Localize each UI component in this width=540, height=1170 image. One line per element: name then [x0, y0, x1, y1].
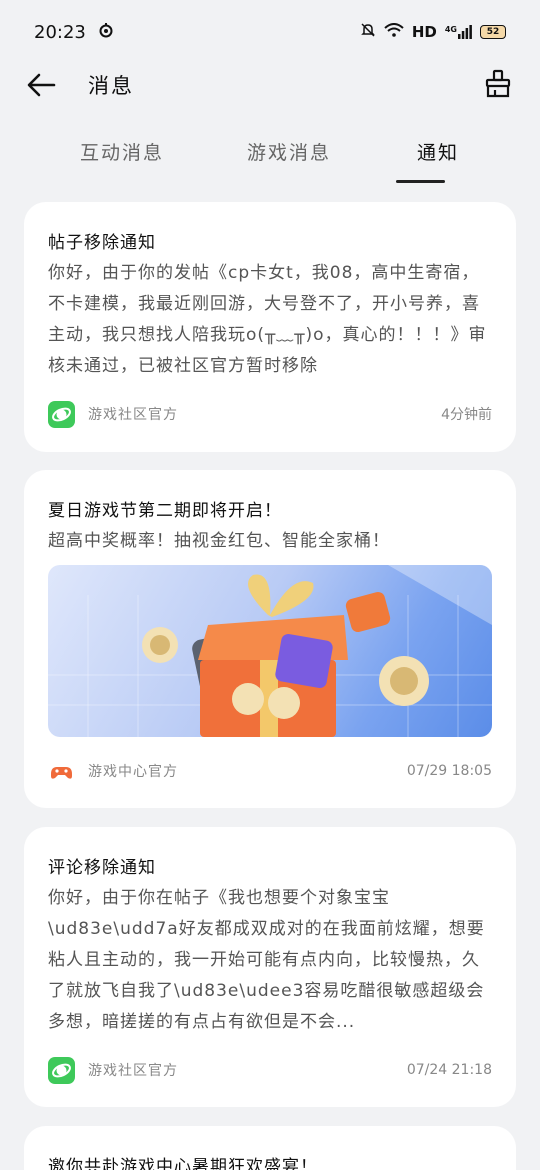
- wifi-icon: [384, 23, 404, 41]
- network-label: HD: [411, 23, 437, 41]
- status-bar: 20:23 HD 4G 52: [0, 0, 540, 64]
- tab-notifications[interactable]: 通知: [417, 138, 459, 165]
- sync-icon: [98, 22, 114, 43]
- tab-game-messages[interactable]: 游戏消息: [247, 138, 331, 165]
- card-source: 游戏中心官方: [88, 764, 178, 780]
- signal-icon: 4G: [445, 25, 472, 39]
- header: 消息: [0, 64, 540, 106]
- battery-icon: 52: [480, 25, 506, 39]
- tab-interaction-messages[interactable]: 互动消息: [80, 138, 164, 165]
- broom-icon: [485, 69, 511, 98]
- card-source-row: 游戏中心官方 07/29 18:05: [48, 757, 492, 785]
- card-title: 夏日游戏节第二期即将开启！: [48, 501, 282, 521]
- card-title: 评论移除通知: [48, 858, 156, 878]
- card-time: 07/24 21:18: [406, 1062, 492, 1078]
- card-time: 4分钟前: [441, 407, 492, 423]
- notification-card-comment-removed[interactable]: 评论移除通知 你好，由于你在帖子《我也想要个对象宝宝\ud83e\udd7a好友…: [24, 827, 516, 1107]
- back-button[interactable]: [26, 72, 58, 98]
- card-body: 你好，由于你的发帖《cp卡女t，我08，高中生寄宿，不卡建模，我最近刚回游，大号…: [48, 263, 487, 376]
- card-source: 游戏社区官方: [88, 1063, 178, 1079]
- card-time: 07/29 18:05: [406, 763, 492, 779]
- notification-card-summer-carnival[interactable]: 邀你共赴游戏中心暑期狂欢盛宴！: [24, 1126, 516, 1170]
- notification-card-post-removed[interactable]: 帖子移除通知 你好，由于你的发帖《cp卡女t，我08，高中生寄宿，不卡建模，我最…: [24, 202, 516, 452]
- promo-banner-image[interactable]: [48, 565, 492, 737]
- card-body: 你好，由于你在帖子《我也想要个对象宝宝\ud83e\udd7a好友都成双成对的在…: [48, 888, 485, 1032]
- community-app-icon: [48, 400, 75, 428]
- card-title: 邀你共赴游戏中心暑期狂欢盛宴！: [48, 1157, 318, 1170]
- card-body: 超高中奖概率！抽视金红包、智能全家桶！: [48, 531, 390, 551]
- active-tab-indicator: [396, 180, 445, 183]
- status-time: 20:23: [34, 21, 86, 43]
- card-title: 帖子移除通知: [48, 233, 156, 253]
- notification-card-summer-festival[interactable]: 夏日游戏节第二期即将开启！ 超高中奖概率！抽视金红包、智能全家桶！ 游戏中心官方…: [24, 470, 516, 808]
- game-center-app-icon: [48, 757, 75, 785]
- clear-all-button[interactable]: [482, 68, 514, 100]
- tab-bar: 互动消息 游戏消息 通知: [0, 128, 540, 188]
- page-title: 消息: [88, 74, 134, 98]
- card-source-row: 游戏社区官方 4分钟前: [48, 400, 492, 428]
- back-arrow-icon: [27, 73, 56, 97]
- card-source: 游戏社区官方: [88, 407, 178, 423]
- mute-icon: [360, 22, 376, 42]
- community-app-icon: [48, 1056, 75, 1084]
- card-source-row: 游戏社区官方 07/24 21:18: [48, 1056, 492, 1084]
